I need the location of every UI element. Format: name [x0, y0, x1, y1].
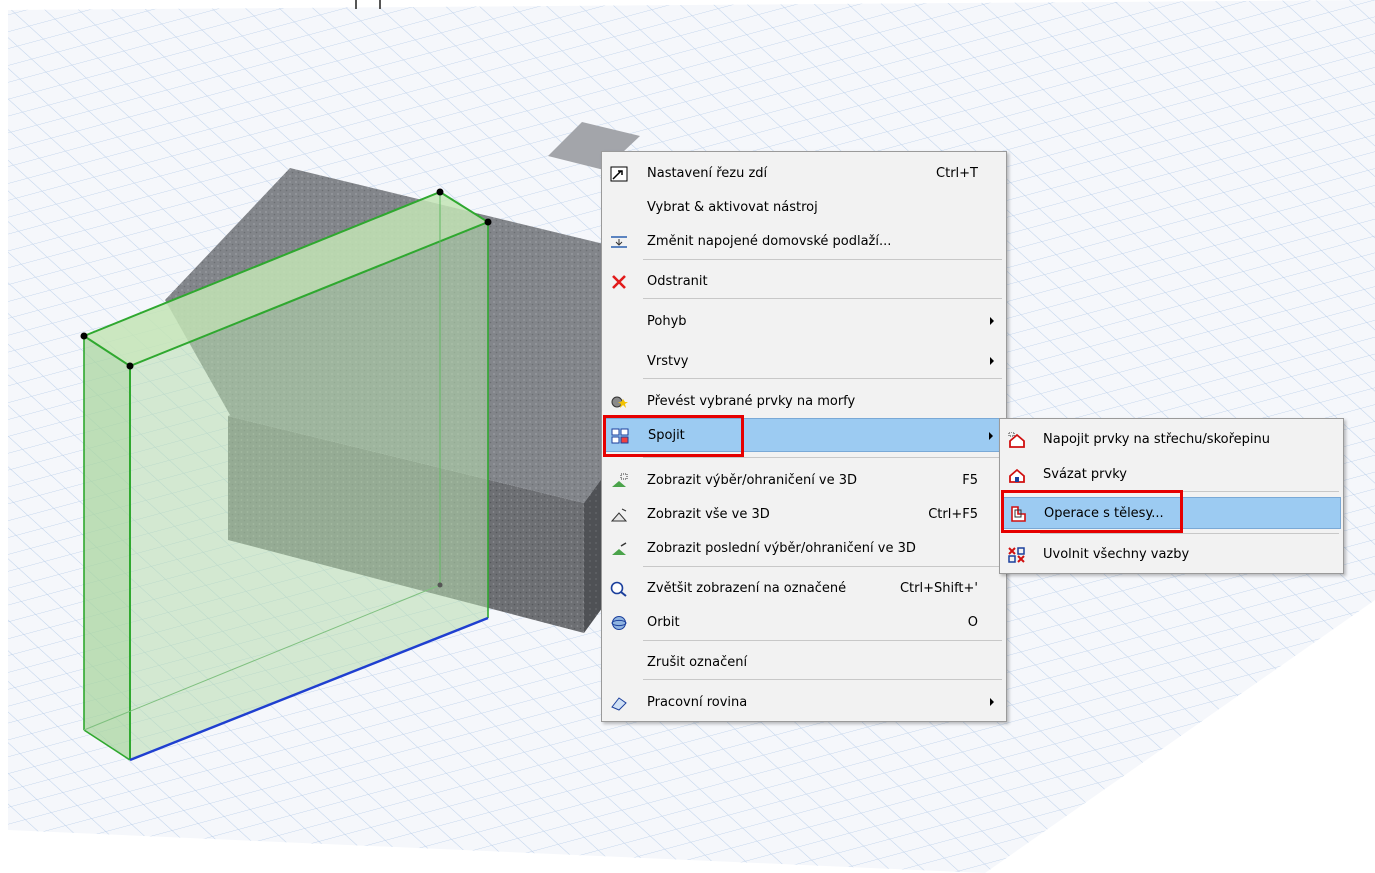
wall-section-settings-icon — [610, 165, 628, 182]
menu-separator — [1040, 533, 1339, 534]
menu-item-label: Uvolnit všechny vazby — [1043, 546, 1190, 562]
menu-item-shortcut: O — [967, 614, 978, 630]
menu-item-label: Zobrazit výběr/ohraničení ve 3D — [647, 472, 858, 488]
menu-item-label: Pohyb — [647, 313, 687, 329]
menu-separator — [643, 259, 1002, 260]
menu-item-label: Převést vybrané prvky na morfy — [647, 393, 856, 409]
menu-separator — [643, 640, 1002, 641]
home-story-icon — [610, 233, 628, 250]
submenu-item-release-links[interactable]: Uvolnit všechny vazby — [1002, 539, 1341, 569]
menu-item-label: Orbit — [647, 614, 680, 630]
submenu-item-link-elements[interactable]: Svázat prvky — [1002, 459, 1341, 489]
submenu-arrow-icon — [989, 432, 993, 440]
delete-x-icon — [610, 273, 628, 290]
menu-item-move[interactable]: Pohyb — [604, 306, 1002, 336]
menu-separator — [643, 566, 1002, 567]
menu-item-label: Svázat prvky — [1043, 466, 1127, 482]
menu-item-show-all-3d[interactable]: Zobrazit vše ve 3D Ctrl+F5 — [604, 499, 1002, 529]
menu-item-change-home-story[interactable]: Změnit napojené domovské podlaží... — [604, 226, 1002, 256]
menu-item-deselect[interactable]: Zrušit označení — [604, 647, 1002, 677]
submenu-arrow-icon — [990, 357, 994, 365]
menu-item-label: Zobrazit poslední výběr/ohraničení ve 3D — [647, 540, 916, 556]
menu-item-zoom-selection[interactable]: Zvětšit zobrazení na označené Ctrl+Shift… — [604, 573, 1002, 603]
menu-item-convert-morphs[interactable]: Převést vybrané prvky na morfy — [604, 386, 1002, 416]
trim-to-roof-icon — [1008, 431, 1026, 448]
menu-item-label: Změnit napojené domovské podlaží... — [647, 233, 892, 249]
menu-item-working-plane[interactable]: Pracovní rovina — [604, 687, 1002, 717]
show-selection-3d-icon — [610, 472, 628, 489]
show-all-3d-icon — [610, 506, 628, 523]
callout-connect — [603, 415, 744, 457]
menu-item-label: Odstranit — [647, 273, 708, 289]
menu-item-orbit[interactable]: Orbit O — [604, 607, 1002, 637]
convert-morph-icon — [610, 393, 628, 410]
orbit-icon — [610, 614, 628, 631]
menu-item-show-last-selection-3d[interactable]: Zobrazit poslední výběr/ohraničení ve 3D — [604, 533, 1002, 563]
menu-item-shortcut: Ctrl+T — [936, 165, 978, 181]
menu-separator — [643, 457, 1002, 458]
release-links-icon — [1008, 546, 1026, 563]
menu-separator — [643, 298, 1002, 299]
show-last-selection-3d-icon — [610, 540, 628, 557]
submenu-arrow-icon — [990, 698, 994, 706]
menu-separator — [643, 679, 1002, 680]
submenu-item-trim-to-roof[interactable]: Napojit prvky na střechu/skořepinu — [1002, 424, 1341, 454]
menu-item-wall-section-settings[interactable]: Nastavení řezu zdí Ctrl+T — [604, 158, 1002, 188]
menu-item-show-selection-3d[interactable]: Zobrazit výběr/ohraničení ve 3D F5 — [604, 465, 1002, 495]
menu-item-label: Pracovní rovina — [647, 694, 748, 710]
menu-item-label: Vrstvy — [647, 353, 689, 369]
zoom-selection-icon — [610, 580, 628, 597]
menu-item-shortcut: F5 — [962, 472, 978, 488]
callout-solid-operations — [1001, 490, 1183, 533]
menu-item-label: Zrušit označení — [647, 654, 748, 670]
menu-item-shortcut: Ctrl+F5 — [928, 506, 978, 522]
menu-item-select-activate-tool[interactable]: Vybrat & aktivovat nástroj — [604, 192, 1002, 222]
menu-item-label: Nastavení řezu zdí — [647, 165, 768, 181]
link-elements-icon — [1008, 466, 1026, 483]
menu-separator — [643, 378, 1002, 379]
menu-item-layers[interactable]: Vrstvy — [604, 346, 1002, 376]
menu-item-shortcut: Ctrl+Shift+' — [899, 580, 978, 596]
menu-item-delete[interactable]: Odstranit — [604, 266, 1002, 296]
menu-item-label: Zvětšit zobrazení na označené — [647, 580, 847, 596]
menu-item-label: Zobrazit vše ve 3D — [647, 506, 770, 522]
menu-item-label: Vybrat & aktivovat nástroj — [647, 199, 818, 215]
submenu-arrow-icon — [990, 317, 994, 325]
menu-item-label: Napojit prvky na střechu/skořepinu — [1043, 431, 1270, 447]
working-plane-icon — [610, 694, 628, 711]
